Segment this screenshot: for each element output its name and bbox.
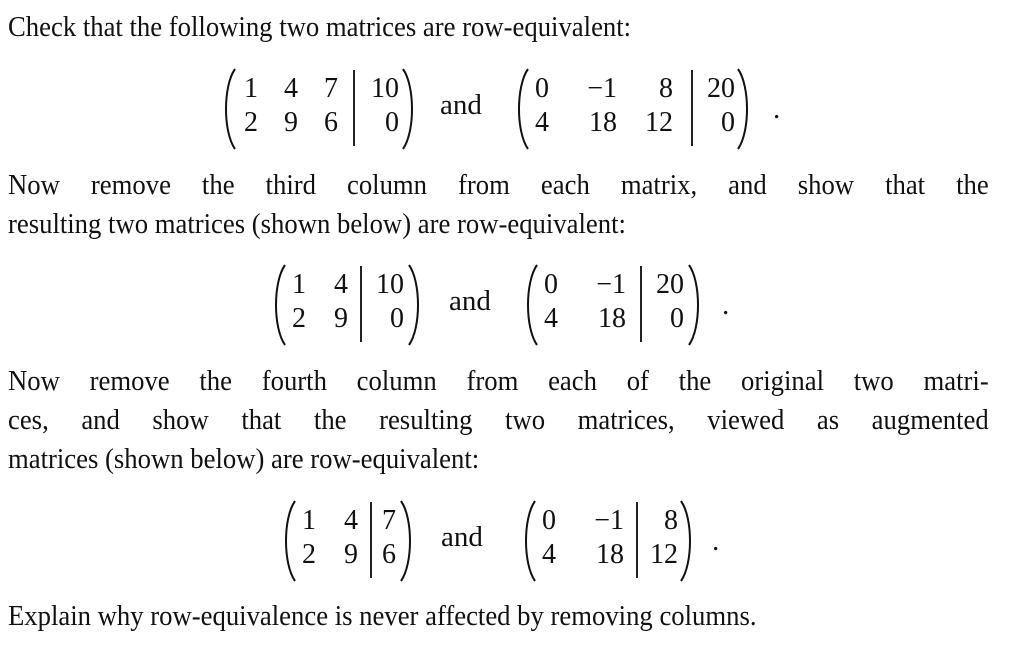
matrix-cell: 20 xyxy=(656,269,684,300)
matrix-reduced-right: 0 −1 20 4 18 0 xyxy=(522,262,712,352)
matrix-cell: 0 xyxy=(670,303,684,334)
matrix-cell: 7 xyxy=(324,73,338,104)
matrix-cell: 9 xyxy=(284,107,298,138)
matrix-cell: 4 xyxy=(334,269,348,300)
matrix-augmented-right: 0 −1 8 4 18 12 xyxy=(520,498,710,588)
matrix-cell: 18 xyxy=(589,107,617,138)
matrix-cell: 12 xyxy=(650,539,678,570)
augment-divider xyxy=(370,502,372,578)
connector-and: and xyxy=(440,89,482,121)
connector-and: and xyxy=(441,521,483,553)
matrix-cell: 2 xyxy=(302,539,316,570)
instruction-paragraph-1: Check that the following two matrices ar… xyxy=(8,8,911,47)
instruction-paragraph-4: Explain why row-equivalence is never aff… xyxy=(8,597,911,636)
matrix-cell: −1 xyxy=(594,505,624,536)
matrix-cell: 9 xyxy=(344,539,358,570)
matrix-cell: 7 xyxy=(382,505,396,536)
terminator-period: . xyxy=(773,93,781,125)
matrix-reduced-left: 1 4 10 2 9 0 xyxy=(270,262,430,352)
matrix-cell: 0 xyxy=(390,303,404,334)
text-line: resulting two matrices (shown below) are… xyxy=(8,208,626,240)
augment-divider xyxy=(636,502,638,578)
matrix-cell: 4 xyxy=(542,539,556,570)
instruction-paragraph-2: Now remove the third column from each ma… xyxy=(8,166,989,244)
matrix-cell: 0 xyxy=(535,73,549,104)
matrix-cell: 6 xyxy=(324,107,338,138)
augment-divider xyxy=(691,70,693,146)
text-line: Check that the following two matrices ar… xyxy=(8,11,632,43)
matrix-cell: 18 xyxy=(598,303,626,334)
matrix-cell: 2 xyxy=(244,107,258,138)
right-paren-icon xyxy=(400,68,418,150)
matrix-cell: −1 xyxy=(587,73,617,104)
matrix-display-2: 1 4 10 2 9 0 and 0 −1 20 4 18 0 . xyxy=(0,262,1024,352)
matrix-cell: 0 xyxy=(544,269,558,300)
matrix-original-left: 1 4 7 10 2 9 6 0 xyxy=(220,66,420,156)
augment-divider xyxy=(360,266,362,342)
right-paren-icon xyxy=(678,500,696,582)
matrix-cell: 8 xyxy=(659,73,673,104)
matrix-display-3: 1 4 7 2 9 6 and 0 −1 8 4 18 12 . xyxy=(0,498,1024,588)
terminator-period: . xyxy=(722,289,730,321)
matrix-original-right: 0 −1 8 20 4 18 12 0 xyxy=(513,66,753,156)
matrix-cell: 1 xyxy=(244,73,258,104)
terminator-period: . xyxy=(712,525,720,557)
matrix-cell: 12 xyxy=(645,107,673,138)
left-paren-icon xyxy=(220,68,238,150)
text-line: ces, and show that the resulting two mat… xyxy=(8,404,989,436)
text-line: Now remove the fourth column from each o… xyxy=(8,365,989,397)
right-paren-icon xyxy=(686,264,704,346)
connector-and: and xyxy=(449,285,491,317)
matrix-cell: 18 xyxy=(596,539,624,570)
text-line: Now remove the third column from each ma… xyxy=(8,169,989,201)
matrix-augmented-left: 1 4 7 2 9 6 xyxy=(280,498,430,588)
matrix-cell: 1 xyxy=(292,269,306,300)
instruction-paragraph-3: Now remove the fourth column from each o… xyxy=(8,362,989,479)
matrix-cell: 0 xyxy=(542,505,556,536)
matrix-display-1: 1 4 7 10 2 9 6 0 and 0 −1 8 20 4 18 12 0… xyxy=(0,66,1024,156)
matrix-cell: 4 xyxy=(535,107,549,138)
augment-divider xyxy=(353,70,355,146)
matrix-cell: 8 xyxy=(664,505,678,536)
right-paren-icon xyxy=(398,500,416,582)
matrix-cell: 0 xyxy=(721,107,735,138)
matrix-cell: 10 xyxy=(376,269,404,300)
matrix-cell: 9 xyxy=(334,303,348,334)
matrix-cell: 20 xyxy=(707,73,735,104)
matrix-cell: 4 xyxy=(544,303,558,334)
matrix-cell: 1 xyxy=(302,505,316,536)
right-paren-icon xyxy=(406,264,424,346)
matrix-cell: 2 xyxy=(292,303,306,334)
matrix-cell: 6 xyxy=(382,539,396,570)
text-line: Explain why row-equivalence is never aff… xyxy=(8,600,757,632)
matrix-cell: −1 xyxy=(596,269,626,300)
augment-divider xyxy=(640,266,642,342)
matrix-cell: 10 xyxy=(371,73,399,104)
text-line: matrices (shown below) are row-equivalen… xyxy=(8,443,480,475)
right-paren-icon xyxy=(735,68,753,150)
matrix-cell: 4 xyxy=(284,73,298,104)
matrix-cell: 0 xyxy=(385,107,399,138)
matrix-cell: 4 xyxy=(344,505,358,536)
